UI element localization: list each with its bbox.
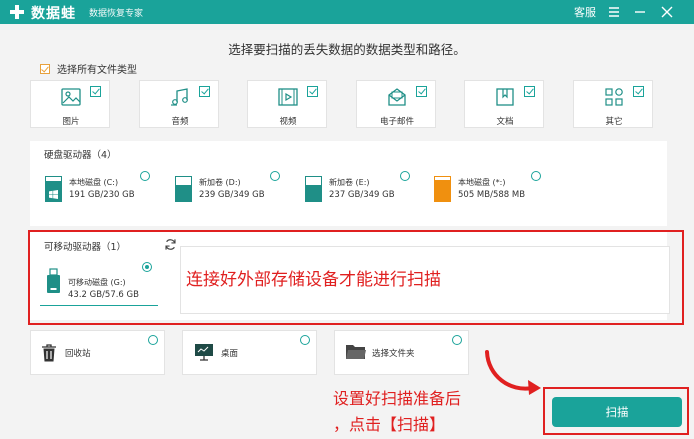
- music-icon: [171, 88, 188, 106]
- checkbox-checked[interactable]: [199, 86, 210, 97]
- location-recycle-bin[interactable]: 回收站: [30, 330, 165, 375]
- document-icon: [496, 88, 514, 106]
- location-select-folder[interactable]: 选择文件夹: [334, 330, 469, 375]
- drive-name: 本地磁盘 (*:): [458, 178, 506, 187]
- app-logo-icon: [10, 5, 24, 19]
- select-all-checkbox[interactable]: 选择所有文件类型: [40, 61, 137, 76]
- drive-name: 新加卷 (E:): [329, 178, 370, 187]
- minimize-icon: [635, 11, 645, 13]
- drive-c[interactable]: 本地磁盘 (C:) 191 GB/230 GB: [45, 170, 157, 212]
- checkbox-checked[interactable]: [90, 86, 101, 97]
- drive-star-icon: [434, 176, 451, 202]
- drive-radio[interactable]: [400, 171, 410, 181]
- location-label: 回收站: [65, 349, 91, 359]
- video-icon: [278, 88, 298, 106]
- hard-drive-title: 硬盘驱动器（4）: [44, 150, 117, 161]
- title-bar: 数据蛙 数据恢复专家 客服: [0, 0, 694, 24]
- annotation-arrow-icon: [485, 350, 541, 395]
- hint-line: 设置好扫描准备后: [333, 389, 462, 408]
- checkbox-icon: [40, 63, 50, 74]
- location-radio[interactable]: [300, 335, 310, 345]
- file-type-image[interactable]: 图片: [30, 80, 110, 128]
- menu-button[interactable]: [602, 0, 626, 24]
- recycle-bin-icon: [42, 344, 56, 362]
- folder-icon: [346, 345, 366, 359]
- drive-d-icon: [175, 176, 192, 202]
- file-type-email[interactable]: 电子邮件: [356, 80, 436, 128]
- drive-star-usage-fill: [435, 180, 450, 201]
- file-type-label: 其它: [605, 117, 623, 127]
- drive-name: 新加卷 (D:): [199, 178, 241, 187]
- app-name: 数据蛙: [31, 6, 76, 22]
- drive-size: 505 MB/588 MB: [458, 190, 526, 200]
- menu-icon: [609, 7, 619, 17]
- drive-e-icon: [305, 176, 322, 202]
- checkbox-checked[interactable]: [633, 86, 644, 97]
- drive-size: 191 GB/230 GB: [69, 190, 135, 200]
- close-button[interactable]: [655, 0, 679, 24]
- desktop-icon: [195, 344, 213, 361]
- location-radio[interactable]: [148, 335, 158, 345]
- drive-e[interactable]: 新加卷 (E:) 237 GB/349 GB: [305, 170, 417, 212]
- scan-button[interactable]: 扫描: [552, 397, 682, 427]
- file-type-audio[interactable]: 音频: [139, 80, 219, 128]
- drive-size: 237 GB/349 GB: [329, 190, 395, 200]
- file-type-label: 音频: [171, 117, 189, 127]
- checkbox-checked[interactable]: [307, 86, 318, 97]
- hint-text: 设置好扫描准备后 ，点击【扫描】: [333, 386, 461, 438]
- file-type-label: 文档: [496, 117, 514, 127]
- file-type-video[interactable]: 视频: [247, 80, 327, 128]
- page-heading: 选择要扫描的丢失数据的数据类型和路径。: [228, 42, 466, 57]
- file-type-label: 图片: [62, 117, 80, 127]
- file-type-label: 电子邮件: [379, 117, 414, 127]
- other-icon: [605, 88, 623, 106]
- drive-e-usage-fill: [306, 184, 321, 201]
- drive-radio[interactable]: [270, 171, 280, 181]
- drive-d-usage-fill: [176, 184, 191, 201]
- checkbox-checked[interactable]: [524, 86, 535, 97]
- drive-d[interactable]: 新加卷 (D:) 239 GB/349 GB: [175, 170, 287, 212]
- file-type-document[interactable]: 文档: [464, 80, 544, 128]
- drive-size: 239 GB/349 GB: [199, 190, 265, 200]
- select-all-label: 选择所有文件类型: [57, 65, 137, 76]
- drive-name: 本地磁盘 (C:): [69, 178, 119, 187]
- email-icon: [388, 88, 406, 106]
- drive-star[interactable]: 本地磁盘 (*:) 505 MB/588 MB: [434, 170, 546, 212]
- minimize-button[interactable]: [628, 0, 652, 24]
- annotation-text: 连接好外部存储设备才能进行扫描: [186, 270, 441, 290]
- checkbox-checked[interactable]: [416, 86, 427, 97]
- support-link[interactable]: 客服: [574, 4, 596, 20]
- location-desktop[interactable]: 桌面: [182, 330, 317, 375]
- windows-logo-icon: [49, 190, 58, 199]
- location-radio[interactable]: [452, 335, 462, 345]
- close-icon: [661, 6, 673, 18]
- file-type-other[interactable]: 其它: [573, 80, 653, 128]
- drive-c-icon: [45, 176, 62, 202]
- hint-line: ，点击【扫描】: [333, 415, 446, 434]
- location-label: 选择文件夹: [372, 349, 415, 359]
- drive-radio[interactable]: [140, 171, 150, 181]
- location-label: 桌面: [221, 349, 239, 359]
- image-icon: [61, 88, 81, 106]
- app-subtitle: 数据恢复专家: [89, 9, 144, 19]
- file-type-label: 视频: [279, 117, 297, 127]
- drive-radio[interactable]: [531, 171, 541, 181]
